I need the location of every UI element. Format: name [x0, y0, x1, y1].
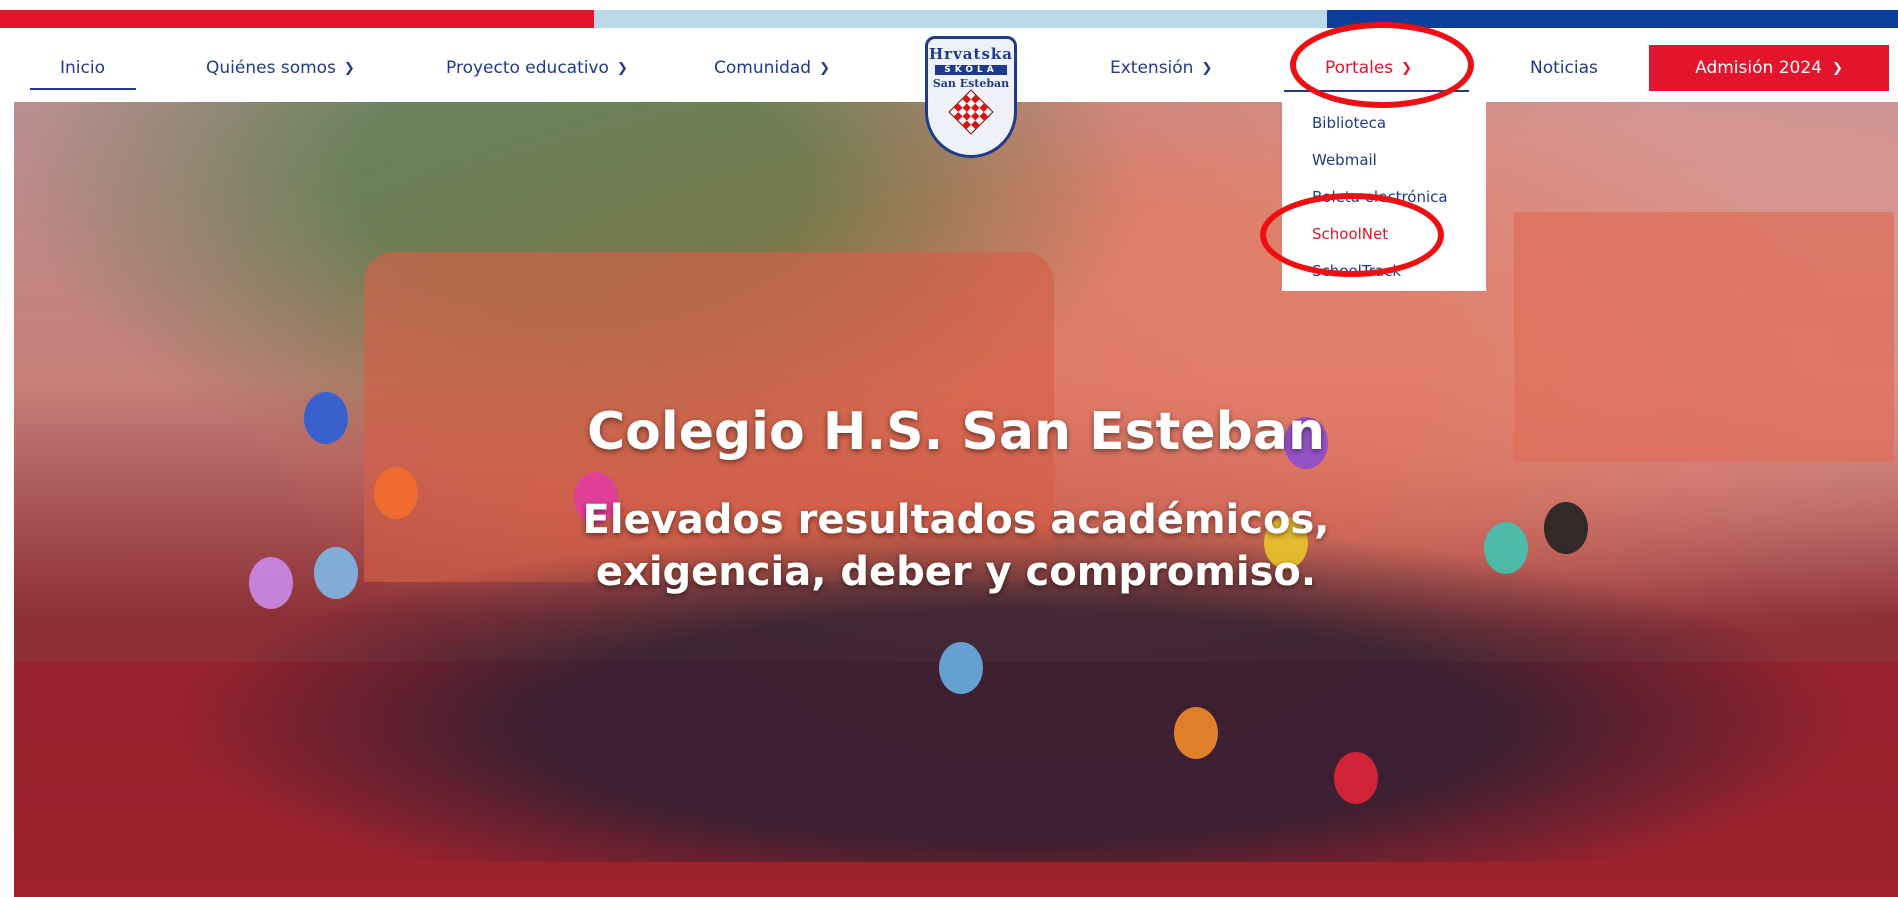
hero-subtitle-line2: exigencia, deber y compromiso. [595, 549, 1317, 595]
chevron-down-icon: ❯ [1831, 60, 1843, 76]
annotation-circle-portales [1290, 22, 1474, 108]
balloon-decoration [1174, 707, 1218, 759]
hero-title: Colegio H.S. San Esteban [586, 402, 1326, 462]
balloon-decoration [939, 642, 983, 694]
nav-item-extension[interactable]: Extensión ❯ [1110, 58, 1212, 78]
logo-text-hrvatska: Hrvatska [929, 45, 1013, 63]
admision-button[interactable]: Admisión 2024 ❯ [1649, 45, 1889, 91]
chevron-down-icon: ❯ [819, 60, 831, 76]
nav-label: Quiénes somos [206, 58, 336, 78]
dropdown-item-webmail[interactable]: Webmail [1312, 142, 1486, 179]
nav-item-noticias[interactable]: Noticias [1530, 58, 1598, 78]
chevron-down-icon: ❯ [1201, 60, 1213, 76]
chevron-down-icon: ❯ [343, 60, 355, 76]
nav-label: Inicio [60, 58, 105, 78]
nav-label: Extensión [1110, 58, 1194, 78]
school-logo[interactable]: Hrvatska ŠKOLA San Esteban [925, 36, 1017, 158]
nav-item-comunidad[interactable]: Comunidad ❯ [714, 58, 830, 78]
logo-checkered-cube-icon [948, 89, 994, 135]
nav-item-quienes-somos[interactable]: Quiénes somos ❯ [206, 58, 355, 78]
nav-item-proyecto-educativo[interactable]: Proyecto educativo ❯ [446, 58, 628, 78]
balloon-decoration [1334, 752, 1378, 804]
nav-item-inicio[interactable]: Inicio [60, 58, 105, 78]
chevron-down-icon: ❯ [616, 60, 628, 76]
top-white-strip [0, 0, 1898, 10]
logo-text-skola: ŠKOLA [935, 65, 1007, 75]
hero-subtitle-line1: Elevados resultados académicos, [582, 497, 1330, 543]
logo-text-san-esteban: San Esteban [932, 77, 1010, 90]
admision-label: Admisión 2024 [1695, 58, 1822, 78]
hero-banner: Colegio H.S. San Esteban Elevados result… [14, 102, 1898, 897]
nav-active-underline [30, 88, 136, 90]
dropdown-item-biblioteca[interactable]: Biblioteca [1312, 105, 1486, 142]
nav-label: Comunidad [714, 58, 812, 78]
nav-label: Noticias [1530, 58, 1598, 78]
annotation-circle-schoolnet [1260, 193, 1444, 277]
nav-label: Proyecto educativo [446, 58, 609, 78]
